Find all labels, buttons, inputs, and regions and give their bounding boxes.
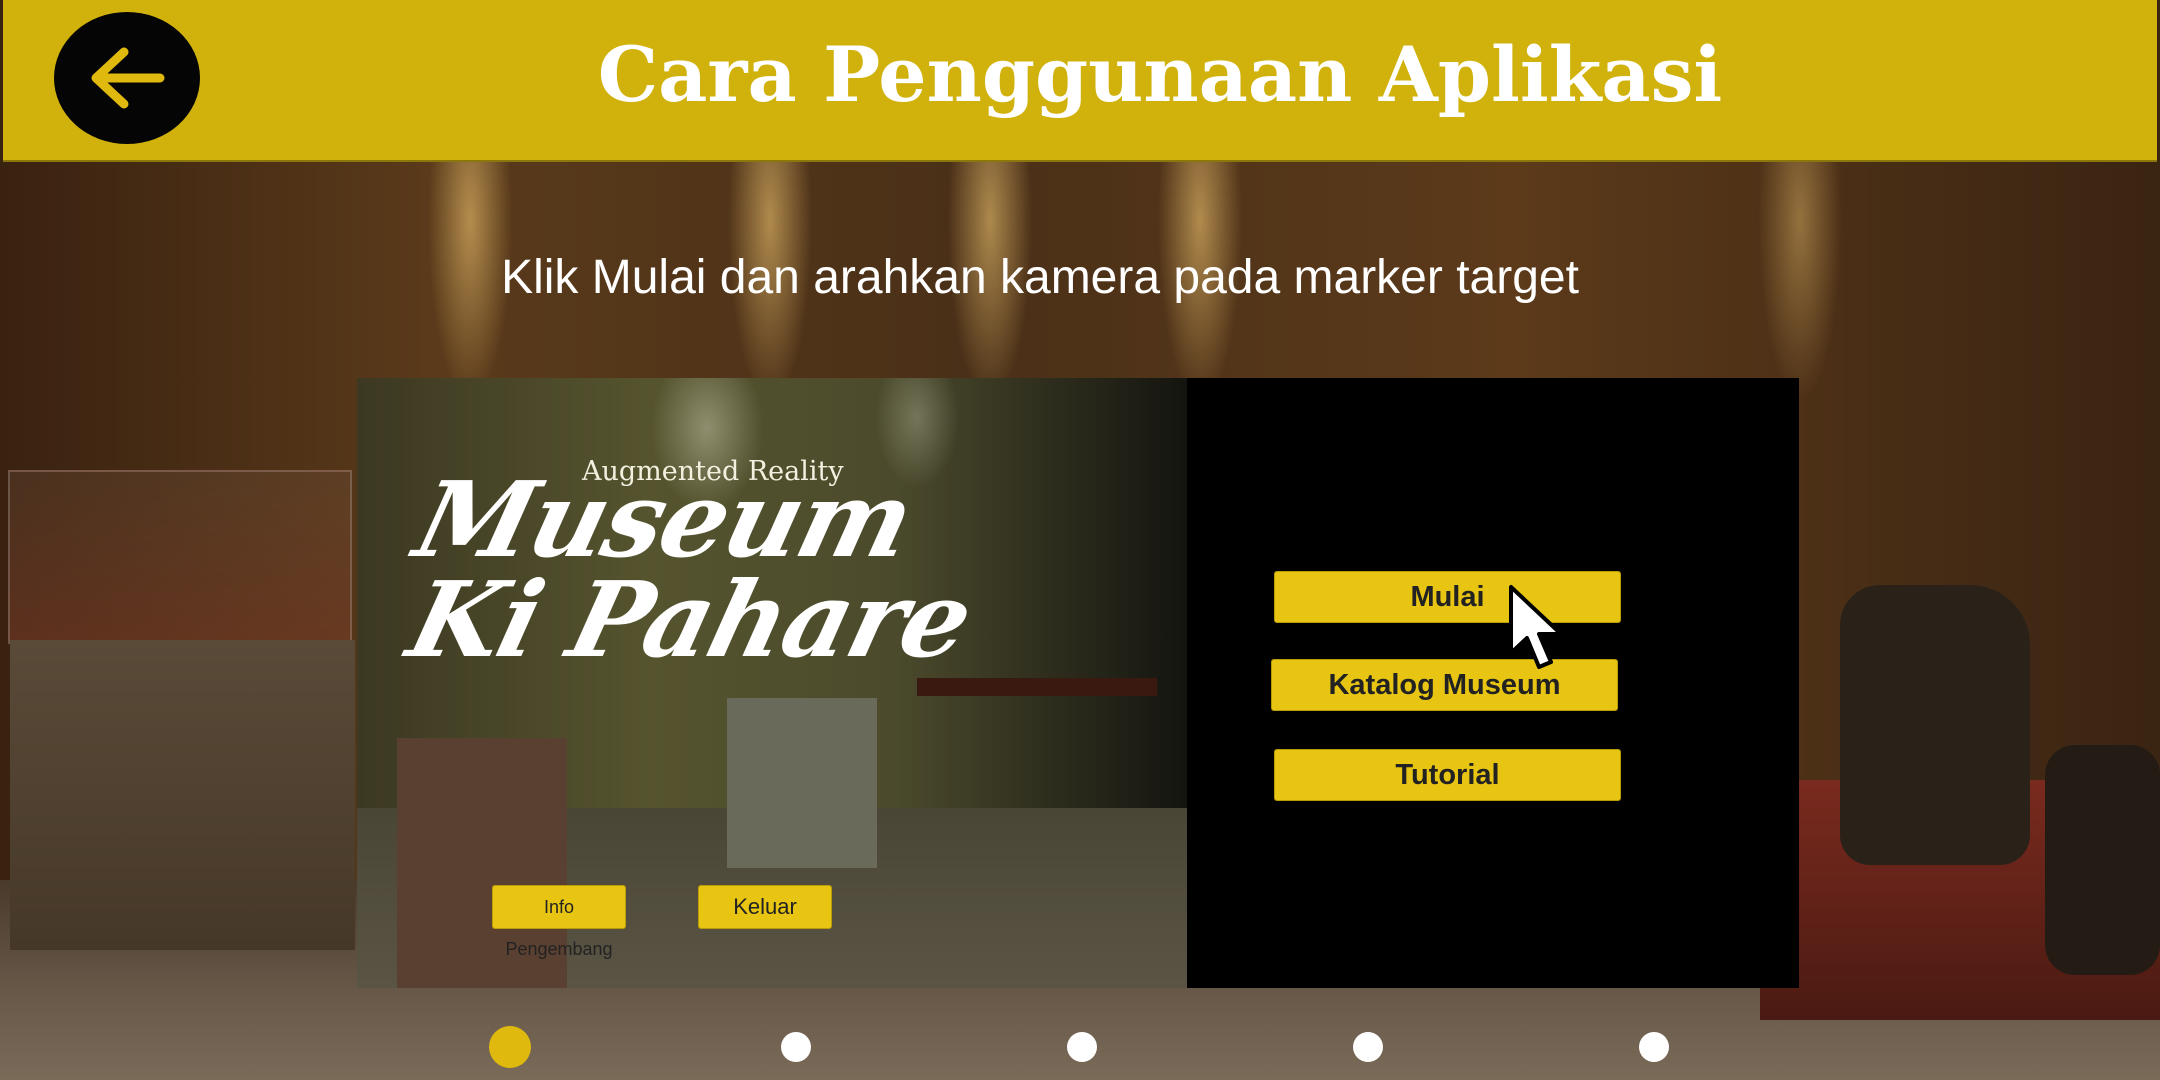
page-dot-2[interactable] [781, 1032, 811, 1062]
info-developer-button[interactable]: Info Pengembang [492, 885, 626, 959]
instruction-text: Klik Mulai dan arahkan kamera pada marke… [501, 251, 1579, 304]
page-dot-5[interactable] [1639, 1032, 1669, 1062]
page-dot-4[interactable] [1353, 1032, 1383, 1062]
background-stone-artifact [2045, 745, 2160, 975]
background-stone-artifact [1840, 585, 2030, 865]
app-logo: Museum Ki Pahare [382, 458, 1005, 681]
tutorial-screenshot: Augmented Reality Museum Ki Pahare Mulai… [357, 378, 1799, 988]
page-dot-3[interactable] [1067, 1032, 1097, 1062]
mouse-pointer-icon [1509, 585, 1563, 669]
logo-title-line1: Museum [404, 458, 925, 581]
logo-title-line2: Ki Pahare [397, 558, 983, 681]
exit-button[interactable]: Keluar [698, 885, 832, 929]
screenshot-display-case [727, 698, 877, 868]
header-bar: Cara Penggunaan Aplikasi [3, 0, 2157, 162]
background-display-base [10, 640, 355, 950]
background-display-case [8, 470, 352, 644]
page-title: Cara Penggunaan Aplikasi [597, 30, 1723, 119]
screenshot-table [917, 678, 1157, 696]
tutorial-button[interactable]: Tutorial [1274, 749, 1621, 801]
page-dot-1[interactable] [489, 1026, 531, 1068]
